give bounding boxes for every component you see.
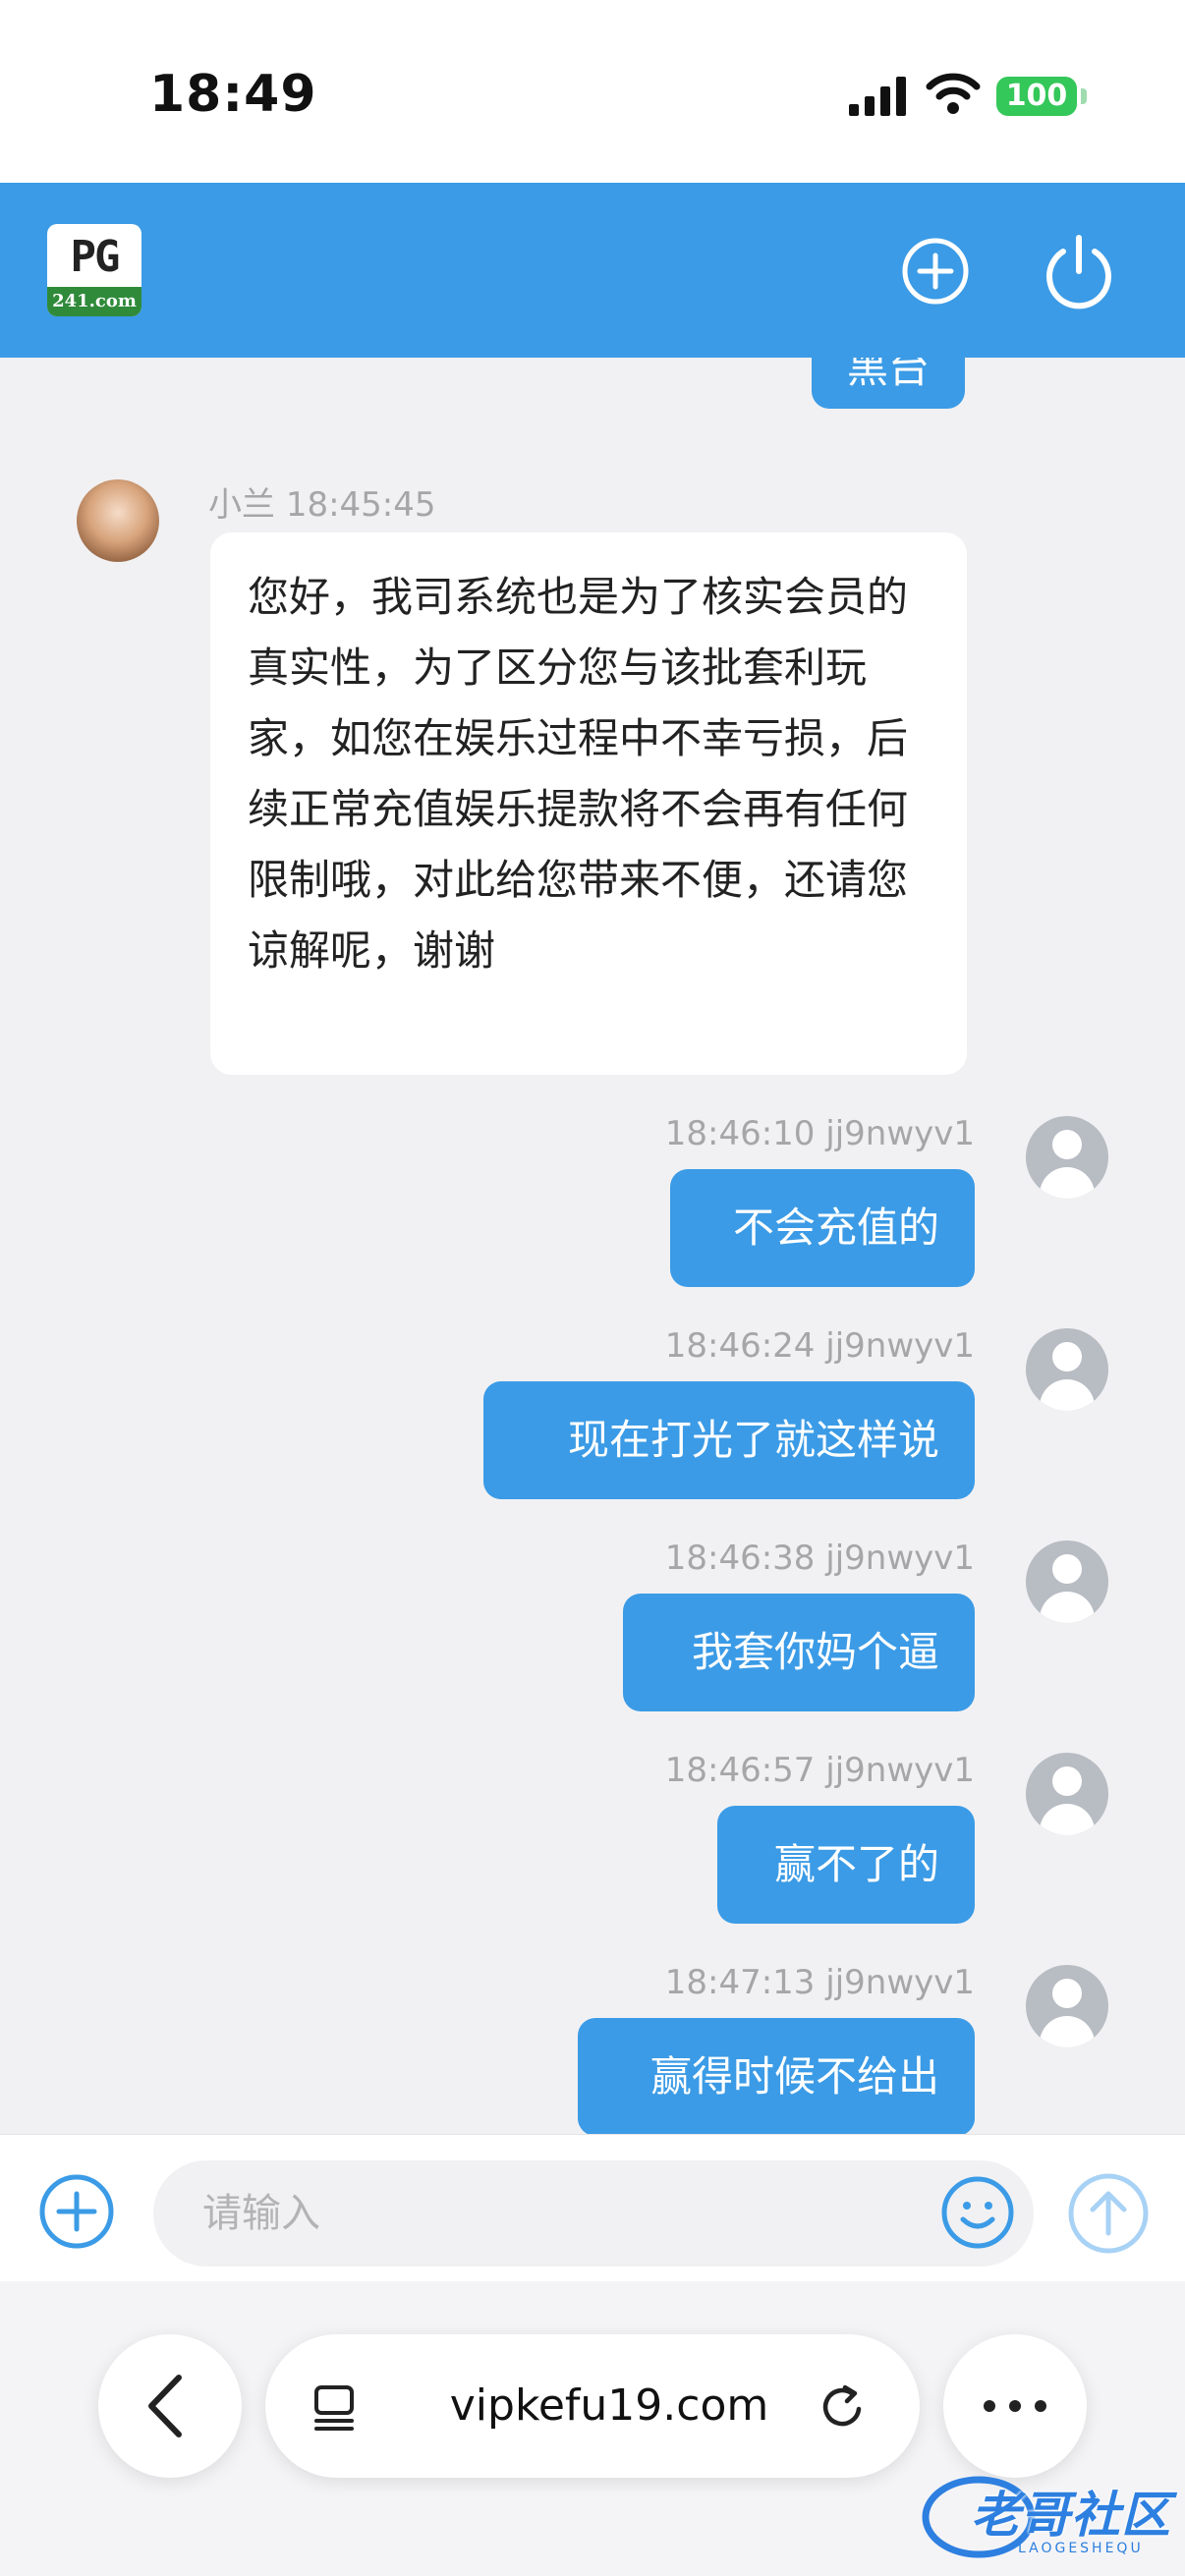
user-avatar	[1026, 1116, 1108, 1199]
message-bubble-incoming[interactable]: 您好，我司系统也是为了核实会员的真实性，为了区分您与该批套利玩家，如您在娱乐过程…	[210, 532, 967, 1075]
status-bar: 18:49 100	[0, 0, 1185, 183]
user-avatar	[1026, 1540, 1108, 1623]
watermark-subtext: LAOGESHEQU	[1018, 2541, 1144, 2556]
more-options-button[interactable]	[943, 2334, 1087, 2478]
message-bubble-outgoing[interactable]: 黑台	[812, 358, 966, 409]
message-meta: 18:46:57 jj9nwyv1	[664, 1751, 975, 1790]
battery-indicator: 100	[996, 77, 1077, 116]
message-text: 不会充值的	[732, 1204, 939, 1252]
message-input[interactable]	[153, 2160, 1034, 2267]
message-input-bar	[0, 2134, 1185, 2282]
message-bubble-outgoing[interactable]: 赢不了的	[717, 1806, 975, 1924]
address-bar[interactable]: vipkefu19.com	[265, 2334, 920, 2478]
message-bubble-outgoing[interactable]: 赢得时候不给出	[578, 2018, 975, 2134]
watermark-logo: 老哥社区 LAOGESHEQU	[920, 2462, 1171, 2568]
message-meta: 小兰 18:45:45	[208, 477, 436, 526]
power-icon[interactable]	[1040, 232, 1118, 310]
message-meta: 18:46:10 jj9nwyv1	[664, 1114, 975, 1153]
wifi-icon	[926, 73, 981, 114]
sender-name: 小兰	[208, 485, 275, 525]
app-header: PG 241.com	[0, 183, 1185, 358]
message-bubble-outgoing[interactable]: 不会充值的	[670, 1169, 975, 1287]
send-arrow-icon[interactable]	[1067, 2172, 1150, 2255]
message-bubble-outgoing[interactable]: 现在打光了就这样说	[483, 1381, 975, 1499]
message-time: 18:45:45	[285, 485, 436, 525]
emoji-icon[interactable]	[939, 2174, 1016, 2251]
message-text: 现在打光了就这样说	[567, 1416, 939, 1464]
chat-message-list[interactable]: 黑台 小兰 18:45:45 您好，我司系统也是为了核实会员的真实性，为了区分您…	[0, 358, 1185, 2134]
battery-tip	[1081, 88, 1087, 104]
message-text: 赢得时候不给出	[649, 2052, 939, 2100]
cellular-signal-icon	[849, 77, 906, 116]
attach-plus-icon[interactable]	[37, 2172, 116, 2251]
url-text[interactable]: vipkefu19.com	[423, 2334, 796, 2478]
message-text: 您好，我司系统也是为了核实会员的真实性，为了区分您与该批套利玩家，如您在娱乐过程…	[248, 573, 909, 975]
add-circle-icon[interactable]	[900, 236, 971, 307]
message-text: 黑台	[847, 358, 931, 392]
message-bubble-outgoing[interactable]: 我套你妈个逼	[623, 1594, 975, 1711]
message-meta: 18:46:24 jj9nwyv1	[664, 1326, 975, 1366]
watermark-text: 老哥社区	[971, 2487, 1171, 2544]
message-meta: 18:47:13 jj9nwyv1	[664, 1963, 975, 2002]
logo-main-text: PG	[70, 232, 121, 282]
user-avatar	[1026, 1965, 1108, 2047]
status-time: 18:49	[149, 65, 317, 124]
ellipsis-icon	[984, 2400, 1046, 2412]
message-meta: 18:46:38 jj9nwyv1	[664, 1539, 975, 1578]
app-logo: PG 241.com	[47, 224, 141, 316]
reload-icon[interactable]	[816, 2380, 871, 2435]
tab-list-icon[interactable]	[310, 2381, 364, 2435]
agent-avatar	[77, 479, 159, 562]
user-avatar	[1026, 1753, 1108, 1835]
chevron-left-icon	[148, 2375, 182, 2437]
message-text: 我套你妈个逼	[691, 1628, 939, 1676]
browser-back-button[interactable]	[98, 2334, 242, 2478]
logo-sub-text: 241.com	[47, 287, 141, 316]
user-avatar	[1026, 1328, 1108, 1411]
message-text: 赢不了的	[773, 1840, 939, 1888]
